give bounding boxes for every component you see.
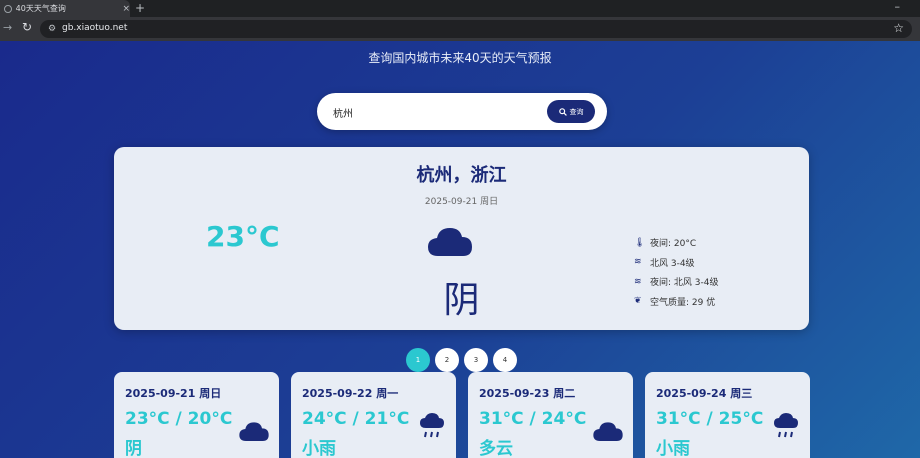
forecast-card[interactable]: 2025-09-21 周日 23°C / 20°C 阴 [114,372,279,458]
current-temperature: 23°C [206,220,280,253]
wind-icon: ≋ [634,257,642,268]
url-text[interactable]: gb.xiaotuo.net [62,23,127,33]
forecast-date: 2025-09-21 周日 [125,387,222,400]
forecast-condition: 阴 [125,439,142,458]
site-settings-icon[interactable]: ⚙ [48,24,56,34]
cloud-icon [593,422,623,441]
page-button-4[interactable]: 4 [493,348,517,372]
page: 查询国内城市未来40天的天气预报 查询 杭州，浙江 2025-09-21 周日 … [0,41,920,458]
page-button-3[interactable]: 3 [464,348,488,372]
cloud-icon [428,228,472,256]
browser-tab[interactable]: 40天天气查询 × [0,0,130,17]
forecast-date: 2025-09-24 周三 [656,387,753,400]
browser-toolbar: → ↻ ⚙ gb.xiaotuo.net ☆ [0,17,920,41]
weather-details: 🌡 夜间: 20°C ≋ 北风 3-4级 ≋ 夜间: 北风 3-4级 ❦ 空气质… [634,233,718,311]
cloud-icon [239,422,269,441]
thermometer-icon: 🌡 [634,237,646,248]
city-title: 杭州，浙江 [416,165,507,186]
forecast-condition: 小雨 [302,439,336,458]
page-subtitle: 查询国内城市未来40天的天气预报 [368,51,552,65]
bookmark-star-icon[interactable]: ☆ [893,21,904,35]
address-bar[interactable]: ⚙ gb.xiaotuo.net ☆ [40,20,912,38]
search-button[interactable]: 查询 [547,100,595,123]
forecast-card[interactable]: 2025-09-22 周一 24°C / 21°C 小雨 [291,372,456,458]
forecast-temp: 23°C / 20°C [125,409,233,429]
forecast-date: 2025-09-22 周一 [302,387,399,400]
rain-icon [774,413,798,438]
detail-night-temp: 🌡 夜间: 20°C [634,237,697,250]
page-button-1[interactable]: 1 [406,348,430,372]
forecast-temp: 31°C / 24°C [479,409,587,429]
detail-wind: ≋ 北风 3-4级 [634,257,695,269]
browser-tab-bar: 40天天气查询 × + – [0,0,920,17]
new-tab-button[interactable]: + [135,0,145,17]
pagination: 1 2 3 4 [406,348,517,372]
city-search-input[interactable] [333,103,533,121]
forecast-temp: 31°C / 25°C [656,409,764,429]
detail-air-quality: ❦ 空气质量: 29 优 [634,296,716,308]
search-button-label: 查询 [569,107,584,116]
detail-night-wind: ≋ 夜间: 北风 3-4级 [634,276,719,289]
page-button-2[interactable]: 2 [435,348,459,372]
minimize-icon[interactable]: – [895,0,901,17]
forecast-card[interactable]: 2025-09-23 周二 31°C / 24°C 多云 [468,372,633,458]
forward-arrow-icon[interactable]: → [3,21,12,34]
wind-icon: ≋ [634,276,642,287]
tab-title: 40天天气查询 [15,4,66,13]
search-box: 查询 [317,93,607,130]
forecast-condition: 小雨 [656,439,690,458]
reload-icon[interactable]: ↻ [22,20,32,34]
forecast-date: 2025-09-23 周二 [479,387,576,400]
tab-close-icon[interactable]: × [122,4,130,14]
current-date: 2025-09-21 周日 [424,197,499,207]
rain-icon [420,413,444,438]
leaf-icon: ❦ [634,296,642,307]
forecast-temp: 24°C / 21°C [302,409,410,429]
current-weather-card: 杭州，浙江 2025-09-21 周日 23°C 阴 🌡 夜间: 20°C ≋ … [114,147,809,330]
forecast-card[interactable]: 2025-09-24 周三 31°C / 25°C 小雨 [645,372,810,458]
globe-icon [4,4,12,13]
forecast-condition: 多云 [479,439,513,458]
search-icon [558,107,567,116]
